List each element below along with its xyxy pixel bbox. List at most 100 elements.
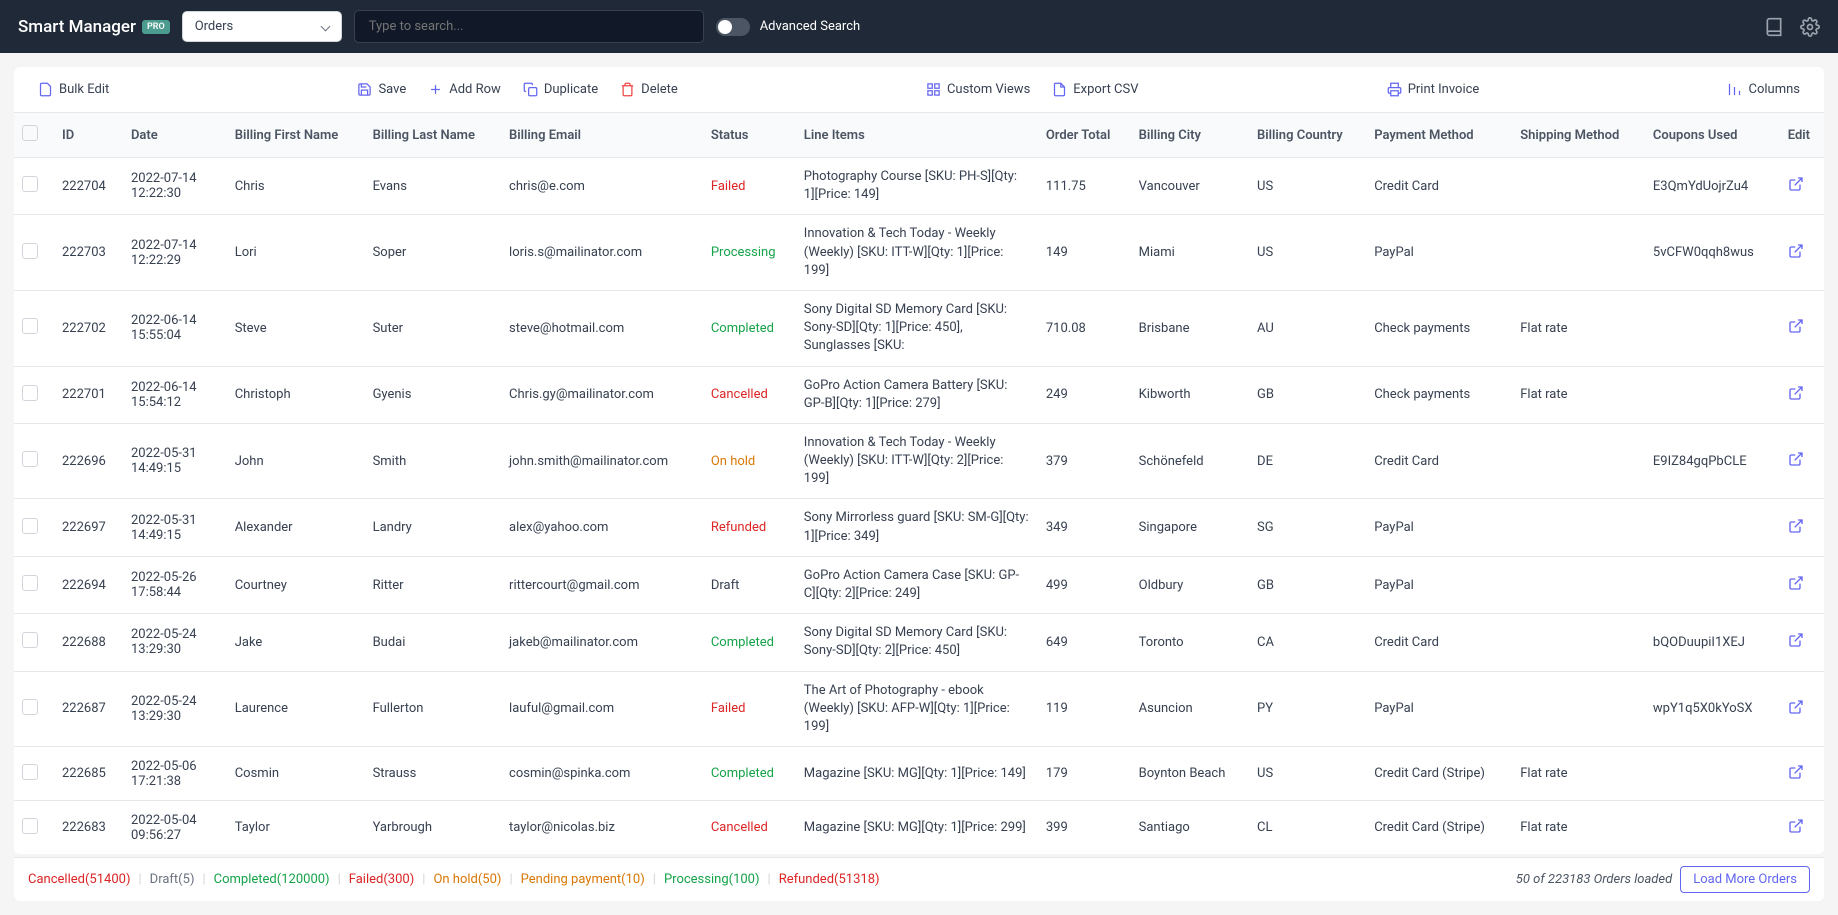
delete-button[interactable]: Delete [612, 77, 686, 102]
edit-link-icon[interactable] [1788, 248, 1804, 263]
cell-firstname: Cosmin [227, 747, 365, 801]
gear-icon[interactable] [1800, 17, 1820, 37]
cell-total: 179 [1038, 747, 1131, 801]
loaded-count: 50 of 223183 Orders loaded [1516, 872, 1672, 887]
cell-lastname: Soper [365, 215, 501, 291]
docs-icon[interactable] [1764, 17, 1784, 37]
col-header[interactable]: Billing First Name [227, 113, 365, 158]
col-header[interactable]: Billing Last Name [365, 113, 501, 158]
cell-payment: Check payments [1366, 290, 1512, 366]
row-checkbox[interactable] [22, 385, 38, 401]
row-checkbox[interactable] [22, 575, 38, 591]
table-row[interactable]: 222703 2022-07-14 12:22:29 Lori Soper lo… [14, 215, 1824, 291]
cell-firstname: Chris [227, 158, 365, 215]
cell-payment: Credit Card (Stripe) [1366, 747, 1512, 801]
edit-link-icon[interactable] [1788, 637, 1804, 652]
col-header[interactable]: Billing City [1131, 113, 1249, 158]
cell-country: GB [1249, 366, 1366, 423]
status-filter[interactable]: Cancelled(51400) [28, 872, 130, 887]
row-checkbox[interactable] [22, 318, 38, 334]
table-row[interactable]: 222694 2022-05-26 17:58:44 Courtney Ritt… [14, 556, 1824, 613]
col-header[interactable]: Edit [1780, 113, 1824, 158]
col-header[interactable]: Line Items [796, 113, 1038, 158]
cell-lastname: Fullerton [365, 671, 501, 747]
cell-date: 2022-05-24 13:29:30 [123, 614, 227, 671]
cell-date: 2022-05-04 09:56:27 [123, 801, 227, 854]
load-more-button[interactable]: Load More Orders [1680, 866, 1810, 893]
select-all-checkbox[interactable] [22, 125, 38, 141]
table-row[interactable]: 222696 2022-05-31 14:49:15 John Smith jo… [14, 423, 1824, 499]
col-header[interactable]: Order Total [1038, 113, 1131, 158]
table-row[interactable]: 222697 2022-05-31 14:49:15 Alexander Lan… [14, 499, 1824, 556]
edit-link-icon[interactable] [1788, 390, 1804, 405]
orders-table-wrap[interactable]: IDDateBilling First NameBilling Last Nam… [14, 113, 1824, 854]
search-input[interactable] [354, 10, 704, 43]
row-checkbox[interactable] [22, 764, 38, 780]
cell-coupon [1645, 499, 1780, 556]
status-filter[interactable]: Processing(100) [664, 872, 760, 887]
cell-email: taylor@nicolas.biz [501, 801, 703, 854]
advanced-search-toggle[interactable] [716, 18, 750, 36]
save-button[interactable]: Save [349, 77, 414, 102]
cell-id: 222694 [54, 556, 123, 613]
col-header[interactable]: Status [703, 113, 796, 158]
cell-status: On hold [703, 423, 796, 499]
add-row-button[interactable]: Add Row [420, 77, 509, 102]
edit-link-icon[interactable] [1788, 704, 1804, 719]
cell-firstname: Lori [227, 215, 365, 291]
edit-link-icon[interactable] [1788, 580, 1804, 595]
edit-link-icon[interactable] [1788, 181, 1804, 196]
status-filter[interactable]: Pending payment(10) [521, 872, 645, 887]
status-filter[interactable]: On hold(50) [433, 872, 501, 887]
status-filter[interactable]: Completed(120000) [214, 872, 330, 887]
edit-link-icon[interactable] [1788, 323, 1804, 338]
edit-link-icon[interactable] [1788, 456, 1804, 471]
edit-link-icon[interactable] [1788, 769, 1804, 784]
export-csv-button[interactable]: Export CSV [1044, 77, 1146, 102]
bulk-edit-button[interactable]: Bulk Edit [30, 77, 117, 102]
row-checkbox[interactable] [22, 176, 38, 192]
status-filter[interactable]: Failed(300) [349, 872, 414, 887]
col-header[interactable]: Date [123, 113, 227, 158]
status-filter[interactable]: Refunded(51318) [779, 872, 880, 887]
cell-lastname: Ritter [365, 556, 501, 613]
col-header[interactable]: Billing Country [1249, 113, 1366, 158]
col-header[interactable]: Shipping Method [1512, 113, 1645, 158]
cell-city: Asuncion [1131, 671, 1249, 747]
cell-city: Singapore [1131, 499, 1249, 556]
table-row[interactable]: 222702 2022-06-14 15:55:04 Steve Suter s… [14, 290, 1824, 366]
dashboard-select[interactable]: Orders [182, 11, 342, 42]
table-row[interactable]: 222685 2022-05-06 17:21:38 Cosmin Straus… [14, 747, 1824, 801]
table-row[interactable]: 222683 2022-05-04 09:56:27 Taylor Yarbro… [14, 801, 1824, 854]
table-row[interactable]: 222701 2022-06-14 15:54:12 Christoph Gye… [14, 366, 1824, 423]
row-checkbox[interactable] [22, 518, 38, 534]
status-filter[interactable]: Draft(5) [150, 872, 195, 887]
cell-shipping [1512, 158, 1645, 215]
col-header[interactable]: Billing Email [501, 113, 703, 158]
col-header[interactable]: Payment Method [1366, 113, 1512, 158]
columns-button[interactable]: Columns [1719, 77, 1808, 102]
print-invoice-button[interactable]: Print Invoice [1379, 77, 1488, 102]
cell-coupon [1645, 290, 1780, 366]
row-checkbox[interactable] [22, 243, 38, 259]
edit-link-icon[interactable] [1788, 523, 1804, 538]
pro-badge: PRO [142, 20, 170, 34]
duplicate-button[interactable]: Duplicate [515, 77, 606, 102]
edit-link-icon[interactable] [1788, 823, 1804, 838]
cell-id: 222701 [54, 366, 123, 423]
custom-views-button[interactable]: Custom Views [918, 77, 1038, 102]
row-checkbox[interactable] [22, 451, 38, 467]
row-checkbox[interactable] [22, 699, 38, 715]
table-row[interactable]: 222687 2022-05-24 13:29:30 Laurence Full… [14, 671, 1824, 747]
cell-country: DE [1249, 423, 1366, 499]
row-checkbox[interactable] [22, 818, 38, 834]
cell-id: 222703 [54, 215, 123, 291]
cell-total: 149 [1038, 215, 1131, 291]
row-checkbox[interactable] [22, 632, 38, 648]
col-header[interactable]: Coupons Used [1645, 113, 1780, 158]
table-row[interactable]: 222688 2022-05-24 13:29:30 Jake Budai ja… [14, 614, 1824, 671]
table-row[interactable]: 222704 2022-07-14 12:22:30 Chris Evans c… [14, 158, 1824, 215]
cell-email: loris.s@mailinator.com [501, 215, 703, 291]
cell-shipping: Flat rate [1512, 747, 1645, 801]
col-header[interactable]: ID [54, 113, 123, 158]
